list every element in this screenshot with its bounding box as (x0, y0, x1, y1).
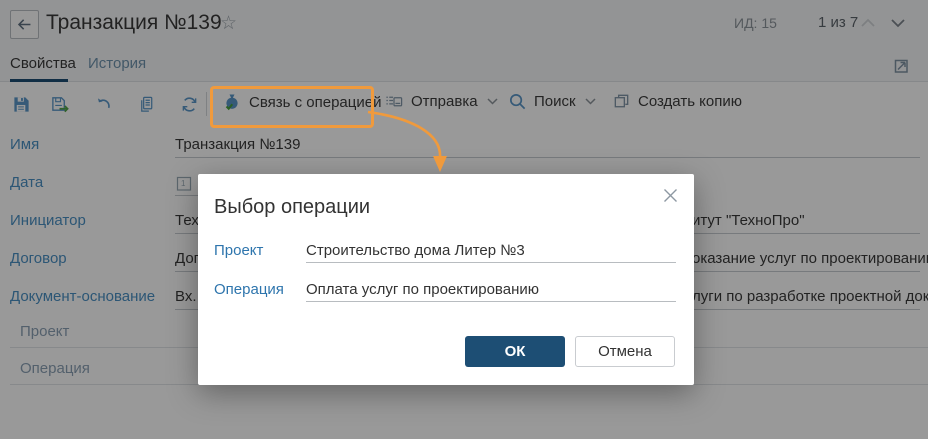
dialog-field-underline (306, 301, 676, 302)
dialog-title: Выбор операции (214, 196, 370, 219)
close-icon[interactable] (659, 184, 682, 207)
dialog-label-project: Проект (214, 242, 263, 259)
dialog-label-operation: Операция (214, 281, 284, 298)
ok-button[interactable]: ОК (465, 336, 565, 367)
cancel-button[interactable]: Отмена (575, 336, 675, 367)
operation-select-dialog: Выбор операции Проект Строительство дома… (198, 174, 694, 385)
app-window: Транзакция №139 ☆ ИД: 15 1 из 7 Свойства… (0, 0, 928, 439)
dialog-value-project[interactable]: Строительство дома Литер №3 (306, 242, 525, 259)
dialog-field-underline (306, 262, 676, 263)
dialog-value-operation[interactable]: Оплата услуг по проектированию (306, 281, 539, 298)
